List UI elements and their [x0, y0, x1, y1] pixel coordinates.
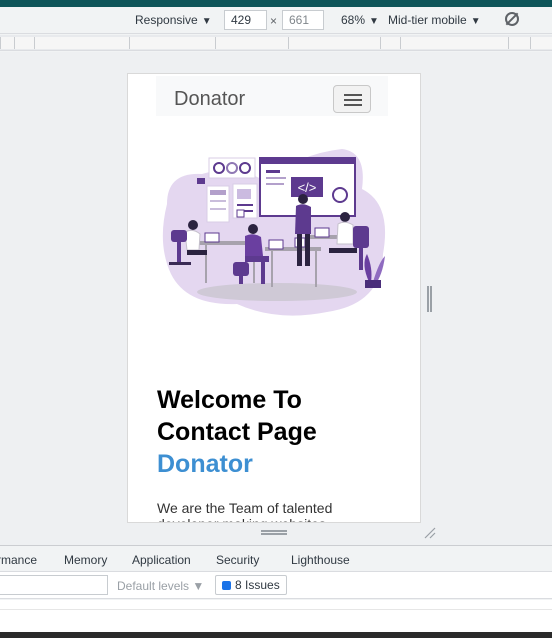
resize-handle-bottom[interactable]: [261, 530, 287, 535]
console-divider: [0, 609, 552, 610]
headline-line-2: Contact Page: [157, 418, 317, 446]
zoom-select[interactable]: 68% ▼: [341, 12, 379, 30]
issues-count: 8 Issues: [235, 578, 280, 592]
headline-accent: Donator: [157, 450, 253, 478]
media-query-segment[interactable]: [530, 37, 552, 49]
throttle-select[interactable]: Mid-tier mobile ▼: [388, 12, 481, 30]
device-select[interactable]: Responsive ▼: [135, 12, 212, 30]
resize-handle-right[interactable]: [427, 286, 432, 312]
media-query-segment[interactable]: [288, 37, 380, 49]
tab-performance[interactable]: rmance: [0, 553, 37, 567]
tab-security[interactable]: Security: [216, 553, 259, 567]
resize-corner-icon[interactable]: [424, 527, 436, 539]
media-query-segment[interactable]: [14, 37, 34, 49]
tab-application[interactable]: Application: [132, 553, 191, 567]
chevron-down-icon: ▼: [470, 16, 481, 27]
device-select-label: Responsive: [135, 13, 198, 27]
device-toolbar: Responsive ▼ 429 × 661 68% ▼ Mid-tier mobi…: [0, 7, 552, 34]
window-top-strip: [0, 0, 552, 7]
media-query-segment[interactable]: [34, 37, 129, 49]
media-query-bar: [0, 35, 552, 51]
media-query-segment[interactable]: [129, 37, 215, 49]
dimension-separator: ×: [270, 14, 278, 28]
throttle-select-label: Mid-tier mobile: [388, 13, 467, 27]
svg-text:</>: </>: [298, 180, 317, 195]
height-input[interactable]: 661: [282, 10, 324, 30]
page-headline: Welcome To Contact Page Donator: [157, 384, 397, 480]
chevron-down-icon: ▼: [201, 16, 212, 27]
media-query-segment[interactable]: [215, 37, 288, 49]
media-query-segment[interactable]: [508, 37, 530, 49]
window-bottom-strip: [0, 632, 552, 638]
illustration-image: </>: [162, 149, 386, 316]
site-brand[interactable]: Donator: [174, 88, 245, 111]
hamburger-icon[interactable]: [333, 85, 371, 113]
issues-button[interactable]: 8 Issues: [215, 575, 287, 595]
devtools-tabbar: rmance Memory Application Security Light…: [0, 545, 552, 572]
tab-lighthouse[interactable]: Lighthouse: [291, 553, 350, 567]
device-viewport: Donator </> Welcome To Contact Page Dona…: [127, 73, 421, 523]
console-area[interactable]: [0, 600, 552, 632]
media-query-segment[interactable]: [400, 37, 508, 49]
filter-input[interactable]: [0, 575, 108, 595]
site-navbar: Donator: [156, 76, 388, 116]
console-filter-bar: Default levels ▼ 8 Issues: [0, 572, 552, 599]
issue-icon: [222, 581, 231, 590]
media-query-segment[interactable]: [0, 37, 14, 49]
width-input[interactable]: 429: [224, 10, 267, 30]
rotate-icon[interactable]: [505, 12, 519, 26]
intro-paragraph: We are the Team of talented developer ma…: [157, 500, 333, 522]
log-levels-select[interactable]: Default levels ▼: [117, 579, 204, 593]
zoom-select-label: 68%: [341, 13, 366, 27]
chevron-down-icon: ▼: [369, 16, 379, 27]
headline-line-1: Welcome To: [157, 386, 302, 414]
media-query-segment[interactable]: [380, 37, 400, 49]
tab-memory[interactable]: Memory: [64, 553, 107, 567]
